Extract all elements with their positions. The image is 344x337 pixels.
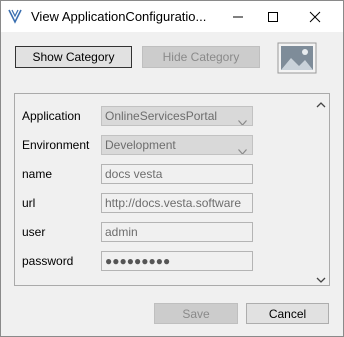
scroll-up-icon[interactable] [316,98,326,108]
environment-combobox[interactable]: Development [101,135,253,155]
save-button[interactable]: Save [154,303,238,324]
minimize-icon[interactable] [221,1,255,32]
application-label: Application [22,109,81,123]
dialog-window: View ApplicationConfiguratio... Show Cat… [0,0,344,337]
application-combobox[interactable]: OnlineServicesPortal [101,106,253,126]
application-value: OnlineServicesPortal [105,109,218,123]
image-placeholder-icon[interactable] [277,42,317,74]
hide-category-button[interactable]: Hide Category [142,46,260,68]
scroll-down-icon[interactable] [316,273,326,283]
name-field[interactable]: docs vesta [101,164,253,184]
chevron-down-icon[interactable] [238,113,247,125]
password-field[interactable]: ●●●●●●●●● [101,251,253,271]
cancel-button[interactable]: Cancel [246,303,329,324]
app-logo-icon [7,8,23,24]
vertical-scrollbar[interactable] [313,94,329,285]
url-label: url [22,196,36,210]
password-label: password [22,254,74,268]
maximize-icon[interactable] [256,1,290,32]
name-label: name [22,167,53,181]
url-field[interactable]: http://docs.vesta.software [101,193,253,213]
window-title: View ApplicationConfiguratio... [31,9,207,24]
show-category-button[interactable]: Show Category [15,46,132,68]
environment-value: Development [105,138,176,152]
user-label: user [22,225,46,239]
password-value: ●●●●●●●●● [105,254,171,268]
user-field[interactable]: admin [101,222,253,242]
close-icon[interactable] [298,1,332,32]
chevron-down-icon[interactable] [238,142,247,154]
title-bar[interactable]: View ApplicationConfiguratio... [1,1,343,32]
environment-label: Environment [22,138,90,152]
